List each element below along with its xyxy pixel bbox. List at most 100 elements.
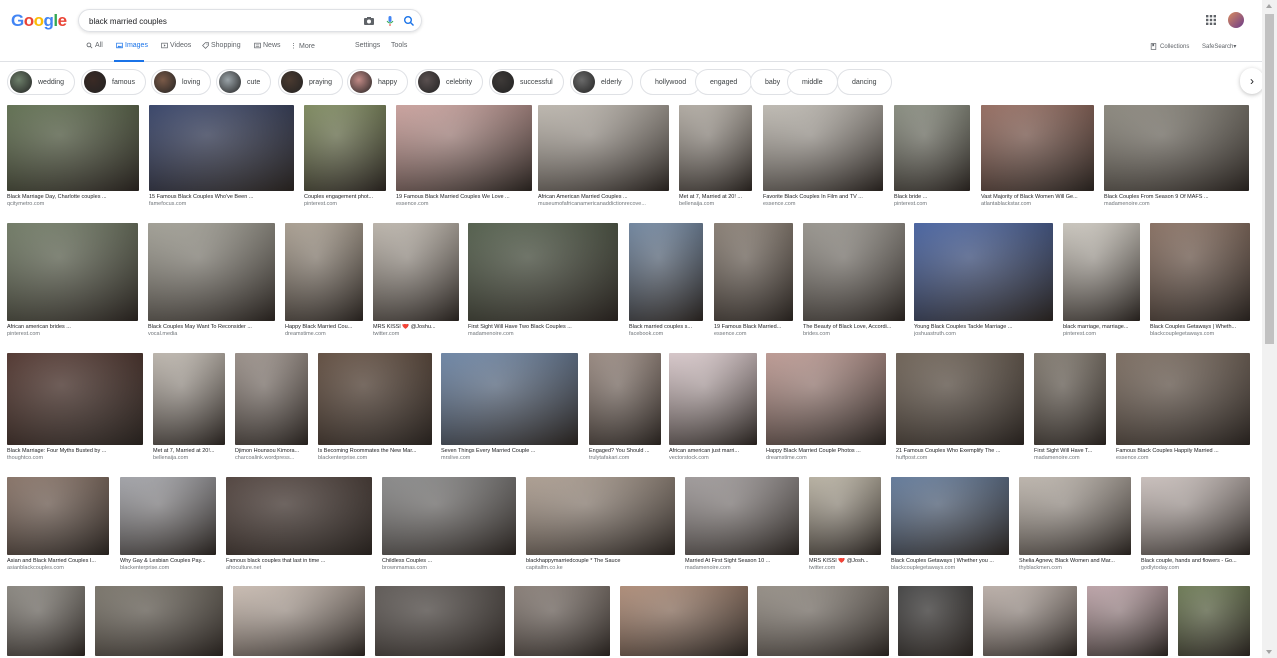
image-result[interactable] — [7, 586, 85, 656]
result-thumbnail[interactable] — [891, 477, 1009, 555]
result-thumbnail[interactable] — [318, 353, 432, 445]
result-thumbnail[interactable] — [441, 353, 578, 445]
image-result[interactable]: African american brides ... pinterest.com — [7, 223, 138, 338]
result-thumbnail[interactable] — [714, 223, 793, 321]
result-title[interactable]: Is Becoming Roommates the New Mar... — [318, 448, 432, 455]
result-title[interactable]: Black Couples May Want To Reconsider ... — [148, 324, 275, 331]
result-title[interactable]: Black Marriage Day, Charlotte couples ..… — [7, 194, 139, 201]
result-thumbnail[interactable] — [981, 105, 1094, 191]
result-title[interactable]: African american brides ... — [7, 324, 138, 331]
result-thumbnail[interactable] — [7, 477, 109, 555]
image-result[interactable]: Black Marriage Day, Charlotte couples ..… — [7, 105, 139, 208]
result-thumbnail[interactable] — [809, 477, 881, 555]
result-title[interactable]: Childless Couples ... — [382, 558, 516, 565]
result-title[interactable]: MRS KISSI ❤️ @Josh... — [809, 558, 881, 565]
result-title[interactable]: Met at 7, Married at 20! ... — [679, 194, 752, 201]
image-result[interactable]: Famous Black Couples Happily Married ...… — [1116, 353, 1250, 462]
image-result[interactable]: Young Black Couples Tackle Marriage ... j… — [914, 223, 1053, 338]
result-thumbnail[interactable] — [1087, 586, 1168, 656]
image-result[interactable] — [1087, 586, 1168, 656]
result-thumbnail[interactable] — [894, 105, 970, 191]
image-result[interactable]: Shelia Agnew, Black Women and Mar... thyb… — [1019, 477, 1131, 572]
image-result[interactable] — [375, 586, 505, 656]
camera-icon[interactable] — [363, 15, 375, 27]
result-thumbnail[interactable] — [757, 586, 889, 656]
account-avatar[interactable] — [1228, 12, 1244, 28]
result-title[interactable]: Djimon Hounsou Kimora... — [235, 448, 308, 455]
result-thumbnail[interactable] — [7, 586, 85, 656]
image-result[interactable]: 21 Famous Couples Who Exemplify The ... h… — [896, 353, 1024, 462]
result-thumbnail[interactable] — [149, 105, 294, 191]
result-title[interactable]: 19 Famous Black Married Couples We Love … — [396, 194, 532, 201]
result-thumbnail[interactable] — [7, 105, 139, 191]
result-thumbnail[interactable] — [7, 353, 143, 445]
image-result[interactable]: First Sight Will Have Two Black Couples … — [468, 223, 618, 338]
tab-images[interactable]: Images — [116, 42, 148, 49]
image-result[interactable] — [514, 586, 610, 656]
image-result[interactable] — [983, 586, 1077, 656]
image-result[interactable]: Black Couples Getaways | Wheth... blackco… — [1150, 223, 1250, 338]
result-thumbnail[interactable] — [153, 353, 225, 445]
tab-videos[interactable]: Videos — [161, 42, 191, 49]
result-thumbnail[interactable] — [589, 353, 661, 445]
image-result[interactable]: Black couple, hands and flowers - Go... g… — [1141, 477, 1250, 572]
result-title[interactable]: African american just marri... — [669, 448, 757, 455]
result-title[interactable]: Married At First Sight Season 10 ... — [685, 558, 799, 565]
chip-loving[interactable]: loving — [151, 69, 212, 95]
chip-hollywood[interactable]: hollywood — [640, 69, 702, 95]
settings-link[interactable]: Settings — [355, 42, 380, 49]
result-thumbnail[interactable] — [233, 586, 365, 656]
result-title[interactable]: The Beauty of Black Love, Accordi... — [803, 324, 905, 331]
result-thumbnail[interactable] — [983, 586, 1077, 656]
result-title[interactable]: First Sight Will Have Two Black Couples … — [468, 324, 618, 331]
image-result[interactable]: Black Couples From Season 9 Of MAFS ... m… — [1104, 105, 1249, 208]
result-thumbnail[interactable] — [95, 586, 223, 656]
scroll-down-icon[interactable] — [1266, 650, 1272, 654]
chip-praying[interactable]: praying — [278, 69, 343, 95]
result-title[interactable]: Favorite Black Couples In Film and TV ..… — [763, 194, 883, 201]
result-title[interactable]: Black Marriage: Four Myths Busted by ... — [7, 448, 143, 455]
chip-happy[interactable]: happy — [347, 69, 409, 95]
result-title[interactable]: Famous black couples that last in time .… — [226, 558, 372, 565]
result-thumbnail[interactable] — [914, 223, 1053, 321]
image-result[interactable]: Black married couples s... facebook.com — [629, 223, 703, 338]
tab-more[interactable]: ⋮ More — [290, 42, 315, 51]
result-thumbnail[interactable] — [1104, 105, 1249, 191]
result-title[interactable]: MRS KISSI ❤️ @Joshu... — [373, 324, 459, 331]
result-title[interactable]: Black couple, hands and flowers - Go... — [1141, 558, 1250, 565]
result-title[interactable]: First Sight Will Have T... — [1034, 448, 1106, 455]
microphone-icon[interactable] — [384, 15, 396, 27]
result-thumbnail[interactable] — [620, 586, 748, 656]
image-result[interactable]: Childless Couples ... brownmamas.com — [382, 477, 516, 572]
tab-news[interactable]: News — [254, 42, 281, 49]
result-title[interactable]: Couples engagement phot... — [304, 194, 386, 201]
result-thumbnail[interactable] — [468, 223, 618, 321]
result-thumbnail[interactable] — [803, 223, 905, 321]
chip-elderly[interactable]: elderly — [570, 69, 633, 95]
result-thumbnail[interactable] — [1063, 223, 1140, 321]
result-title[interactable]: Black married couples s... — [629, 324, 703, 331]
scroll-up-icon[interactable] — [1266, 4, 1272, 8]
image-result[interactable]: Happy Black Married Cou... dreamstime.com — [285, 223, 363, 338]
image-result[interactable]: Black Marriage: Four Myths Busted by ...… — [7, 353, 143, 462]
result-thumbnail[interactable] — [396, 105, 532, 191]
image-result[interactable]: Why Gay & Lesbian Couples Pay... blackent… — [120, 477, 216, 572]
image-result[interactable] — [233, 586, 365, 656]
result-title[interactable]: Shelia Agnew, Black Women and Mar... — [1019, 558, 1131, 565]
image-result[interactable]: Favorite Black Couples In Film and TV ..… — [763, 105, 883, 208]
chip-wedding[interactable]: wedding — [7, 69, 76, 95]
result-title[interactable]: Black Couples Getaways | Whether you ... — [891, 558, 1009, 565]
result-title[interactable]: Why Gay & Lesbian Couples Pay... — [120, 558, 216, 565]
result-thumbnail[interactable] — [896, 353, 1024, 445]
image-result[interactable]: MRS KISSI ❤️ @Joshu... twitter.com — [373, 223, 459, 338]
image-result[interactable]: Black Couples May Want To Reconsider ...… — [148, 223, 275, 338]
result-thumbnail[interactable] — [679, 105, 752, 191]
image-result[interactable]: Met at 7, Married at 20! ... bellenaija.c… — [679, 105, 752, 208]
image-result[interactable]: 15 Famous Black Couples Who've Been ... f… — [149, 105, 294, 208]
chip-famous[interactable]: famous — [81, 69, 146, 95]
result-thumbnail[interactable] — [226, 477, 372, 555]
image-result[interactable]: Djimon Hounsou Kimora... charcoalink.word… — [235, 353, 308, 462]
result-title[interactable]: 19 Famous Black Married... — [714, 324, 793, 331]
result-title[interactable]: Black Couples From Season 9 Of MAFS ... — [1104, 194, 1249, 201]
image-result[interactable]: Couples engagement phot... pinterest.com — [304, 105, 386, 208]
